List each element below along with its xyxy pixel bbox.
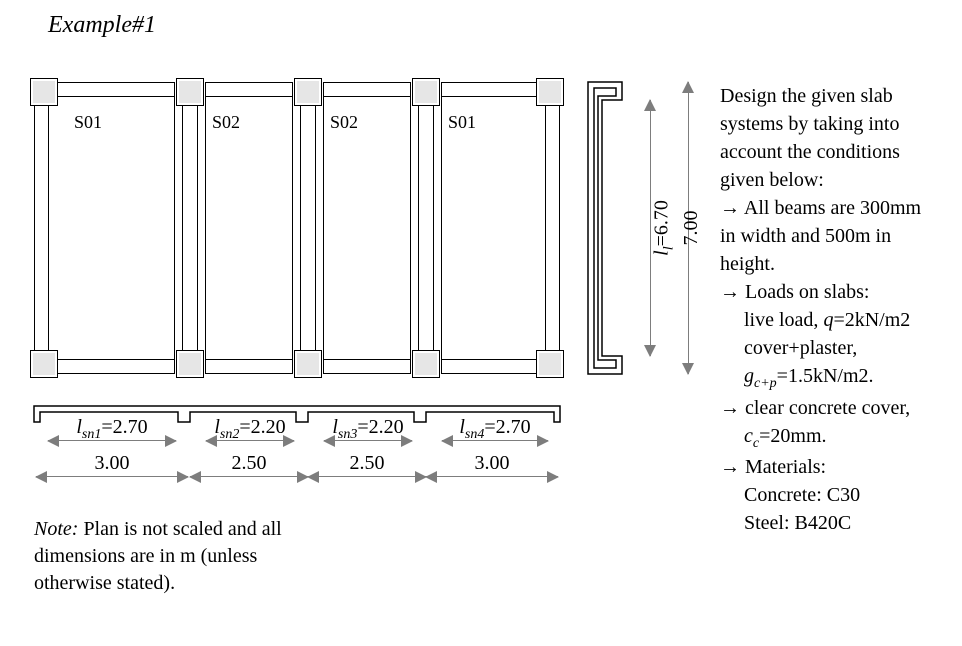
column-icon — [294, 350, 322, 378]
side-section-bracket — [580, 80, 630, 376]
footnote: Note: Plan is not scaled and all dimensi… — [34, 516, 354, 597]
example-title: Example#1 — [48, 12, 156, 39]
slab-label-4: S01 — [448, 112, 476, 133]
beam-line-2-in — [182, 82, 198, 374]
column-icon — [176, 350, 204, 378]
design-conditions: Design the given slab systems by taking … — [720, 82, 960, 537]
dim-transverse-overall: 7.00 — [680, 82, 698, 374]
beam-line-4-in — [418, 82, 434, 374]
column-icon — [30, 78, 58, 106]
slab-label-2: S02 — [212, 112, 240, 133]
column-icon — [294, 78, 322, 106]
dim-row-lsn: lsn1=2.70 lsn2=2.20 lsn3=2.20 lsn4=2.70 — [30, 418, 564, 448]
beam-line-3-in — [300, 82, 316, 374]
column-icon — [176, 78, 204, 106]
column-icon — [536, 350, 564, 378]
slab-plan: S01 S02 S02 S01 — [30, 78, 564, 378]
dim-row-spans: 3.00 2.50 2.50 3.00 — [30, 454, 564, 484]
slab-label-1: S01 — [74, 112, 102, 133]
column-icon — [536, 78, 564, 106]
slab-label-3: S02 — [330, 112, 358, 133]
column-icon — [412, 78, 440, 106]
dim-transverse-clear: ll=6.70 — [642, 100, 660, 356]
column-icon — [412, 350, 440, 378]
column-icon — [30, 350, 58, 378]
